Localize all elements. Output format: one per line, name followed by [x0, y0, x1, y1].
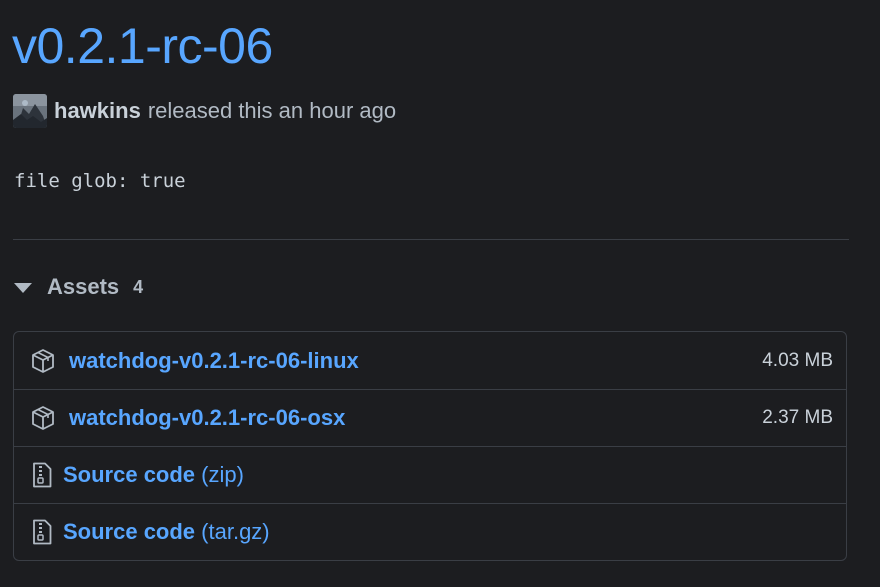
release-time-text: released this an hour ago: [147, 98, 397, 123]
assets-label: Assets: [47, 274, 120, 299]
release-byline: hawkins released this an hour ago: [13, 94, 397, 128]
source-label: Source code: [63, 519, 196, 544]
asset-row: watchdog-v0.2.1-rc-06-osx 2.37 MB: [14, 389, 846, 446]
source-format: (tar.gz): [201, 519, 270, 544]
release-notes: file glob: true: [14, 170, 186, 192]
package-icon: [32, 348, 54, 373]
asset-size: 4.03 MB: [762, 349, 833, 371]
triangle-down-icon: [14, 283, 32, 293]
file-zip-icon: [33, 462, 52, 488]
release-title[interactable]: v0.2.1-rc-06: [12, 14, 273, 78]
avatar[interactable]: [13, 94, 47, 128]
assets-toggle[interactable]: Assets 4: [14, 272, 143, 302]
asset-download-link[interactable]: watchdog-v0.2.1-rc-06-osx: [69, 405, 345, 431]
asset-row: watchdog-v0.2.1-rc-06-linux 4.03 MB: [14, 332, 846, 389]
source-format: (zip): [201, 462, 244, 487]
source-targz-link[interactable]: Source code (tar.gz): [63, 519, 270, 545]
source-row: Source code (zip): [14, 446, 846, 503]
source-zip-link[interactable]: Source code (zip): [63, 462, 244, 488]
avatar-image: [13, 94, 47, 128]
assets-list: watchdog-v0.2.1-rc-06-linux 4.03 MB watc…: [13, 331, 847, 561]
source-label: Source code: [63, 462, 196, 487]
divider: [13, 239, 849, 240]
package-icon: [32, 406, 54, 430]
asset-download-link[interactable]: watchdog-v0.2.1-rc-06-linux: [69, 348, 359, 374]
assets-count: 4: [133, 276, 144, 297]
author-link[interactable]: hawkins: [54, 98, 141, 124]
source-row: Source code (tar.gz): [14, 503, 846, 560]
asset-size: 2.37 MB: [762, 407, 833, 428]
file-zip-icon: [33, 519, 52, 545]
